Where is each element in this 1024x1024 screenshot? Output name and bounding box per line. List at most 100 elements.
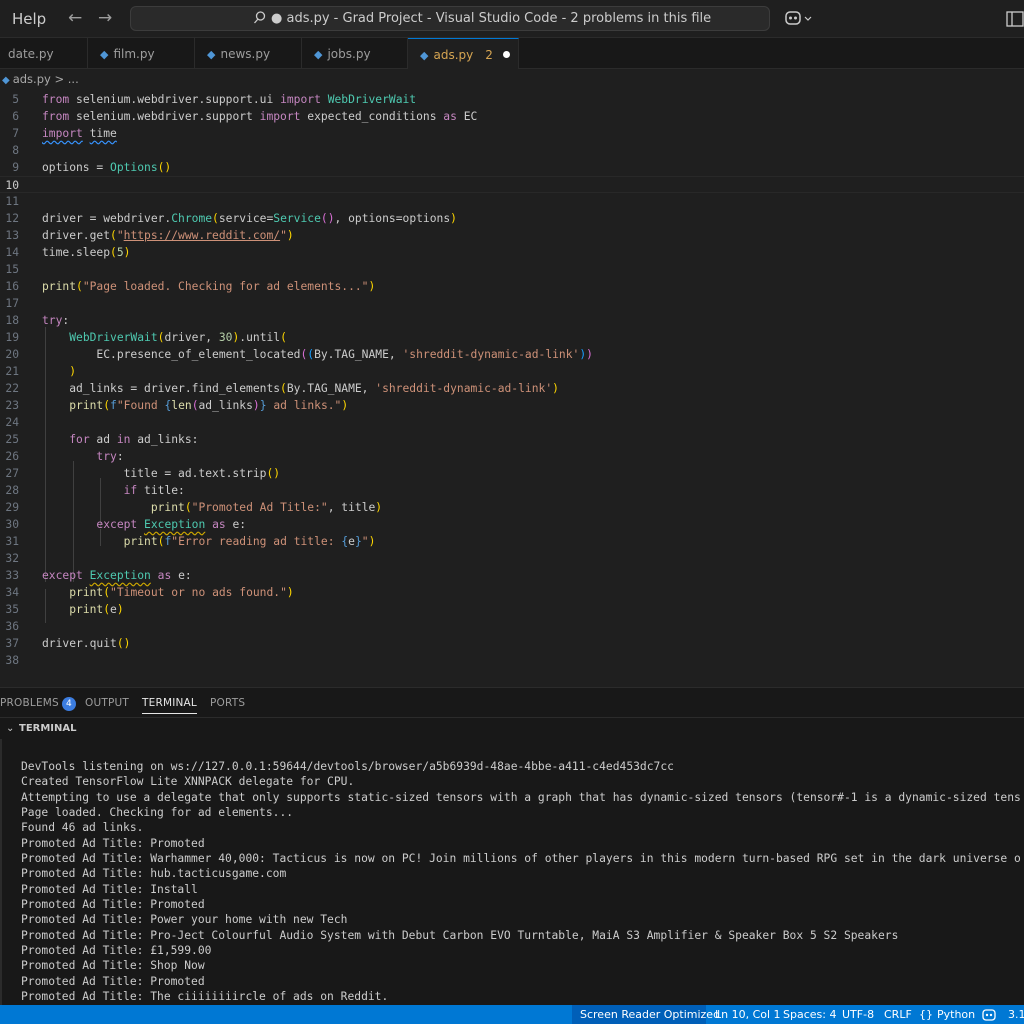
code-line: print("Page loaded. Checking for ad elem…	[42, 280, 376, 293]
chevron-down-icon[interactable]: ⌄	[6, 723, 14, 734]
title-bar: Help ← → ● ads.py - Grad Project - Visua…	[0, 0, 1024, 38]
line-number: 10	[5, 179, 19, 192]
line-number: 21	[5, 365, 19, 378]
copilot-icon[interactable]	[784, 9, 814, 29]
line-number: 11	[5, 195, 19, 208]
tab-date-py[interactable]: date.py	[0, 38, 88, 69]
layout-toggle-icon[interactable]	[1006, 11, 1024, 27]
line-number: 30	[5, 518, 19, 531]
encoding-status[interactable]: UTF-8	[842, 1008, 874, 1021]
eol-status[interactable]: CRLF	[884, 1008, 912, 1021]
code-line: options = Options()	[42, 161, 172, 174]
tab-news-py[interactable]: ◆ news.py	[195, 38, 302, 69]
unsaved-dot-icon[interactable]	[502, 51, 510, 58]
breadcrumb-file[interactable]: ads.py	[13, 72, 51, 86]
current-line: 10	[0, 176, 1024, 193]
line-number: 5	[12, 93, 19, 106]
terminal-line: Created TensorFlow Lite XNNPACK delegate…	[21, 775, 355, 788]
line-number: 23	[5, 399, 19, 412]
line-number: 25	[5, 433, 19, 446]
tab-output[interactable]: OUTPUT	[85, 697, 129, 709]
line-number: 17	[5, 297, 19, 310]
problems-count-badge: 4	[61, 697, 76, 711]
code-line: print(f"Error reading ad title: {e}")	[123, 535, 376, 548]
code-line: except Exception as e:	[42, 569, 192, 582]
code-line: print("Promoted Ad Title:", title)	[150, 501, 383, 514]
code-line: )	[69, 365, 77, 378]
back-arrow-icon[interactable]: ←	[68, 8, 82, 28]
line-number: 31	[5, 535, 19, 548]
tab-film-py[interactable]: ◆ film.py	[88, 38, 195, 69]
python-file-icon: ◆	[420, 49, 429, 62]
command-center-search[interactable]: ● ads.py - Grad Project - Visual Studio …	[130, 6, 770, 31]
search-icon	[254, 11, 266, 24]
tab-jobs-py[interactable]: ◆ jobs.py	[302, 38, 408, 69]
line-number: 18	[5, 314, 19, 327]
code-line: from selenium.webdriver.support import e…	[42, 110, 478, 123]
python-file-icon: ◆	[2, 75, 10, 86]
code-line: print(f"Found {len(ad_links)} ad links."…	[69, 399, 349, 412]
python-file-icon: ◆	[100, 48, 109, 61]
indentation-status[interactable]: Spaces: 4	[783, 1008, 836, 1021]
breadcrumb: ◆ ads.py > ...	[0, 69, 79, 89]
tab-ads-py[interactable]: ◆ ads.py 2	[408, 38, 519, 69]
tab-label: jobs.py	[327, 47, 371, 61]
tab-ports[interactable]: PORTS	[210, 697, 245, 709]
code-line: WebDriverWait(driver, 30).until(	[69, 331, 287, 344]
forward-arrow-icon[interactable]: →	[98, 8, 112, 28]
terminal-line: DevTools listening on ws://127.0.0.1:596…	[21, 760, 674, 773]
code-line: ad_links = driver.find_elements(By.TAG_N…	[42, 382, 559, 395]
tab-label: date.py	[8, 47, 54, 61]
line-number: 20	[5, 348, 19, 361]
line-number: 34	[5, 586, 19, 599]
copilot-status-icon[interactable]	[982, 1008, 996, 1021]
line-number: 33	[5, 569, 19, 582]
line-number: 13	[5, 229, 19, 242]
terminal-output[interactable]: DevTools listening on ws://127.0.0.1:596…	[0, 739, 1024, 1005]
tab-label: film.py	[113, 47, 155, 61]
tab-terminal[interactable]: TERMINAL	[142, 697, 197, 714]
code-line: try:	[96, 450, 124, 463]
cursor-position[interactable]: Ln 10, Col 1	[715, 1008, 781, 1021]
python-file-icon: ◆	[207, 48, 216, 61]
terminal-line: Promoted Ad Title: hub.tacticusgame.com	[21, 867, 287, 880]
editor-tabs: date.py ◆ film.py ◆ news.py ◆ jobs.py ◆ ads.…	[0, 38, 1024, 69]
python-version[interactable]: 3.1	[1008, 1008, 1024, 1021]
code-line: driver.get("https://www.reddit.com/")	[42, 229, 294, 242]
terminal-line: Promoted Ad Title: The ciiiiiiiircle of …	[21, 990, 389, 1003]
terminal-line: Promoted Ad Title: Shop Now	[21, 959, 205, 972]
code-line: except Exception as e:	[96, 518, 247, 531]
code-line: driver.quit()	[42, 637, 131, 650]
line-number: 38	[5, 654, 19, 667]
line-number: 28	[5, 484, 19, 497]
code-line: if title:	[123, 484, 185, 497]
terminal-line: Page loaded. Checking for ad elements...	[21, 806, 294, 819]
line-number: 6	[12, 110, 19, 123]
breadcrumb-separator[interactable]: > ...	[54, 72, 78, 86]
terminal-line: Attempting to use a delegate that only s…	[21, 791, 1021, 804]
menu-help[interactable]: Help	[12, 10, 46, 28]
terminal-line: Promoted Ad Title: £1,599.00	[21, 944, 212, 957]
python-file-icon: ◆	[314, 48, 323, 61]
line-number: 26	[5, 450, 19, 463]
terminal-section-header[interactable]: ⌄ TERMINAL	[0, 717, 1024, 739]
line-number: 12	[5, 212, 19, 225]
terminal-section-title: TERMINAL	[19, 723, 77, 734]
line-number: 7	[12, 127, 19, 140]
tab-problems[interactable]: PROBLEMS 4	[0, 697, 76, 711]
tab-label: ads.py	[433, 48, 474, 62]
code-line: driver = webdriver.Chrome(service=Servic…	[42, 212, 457, 225]
code-line: time.sleep(5)	[42, 246, 131, 259]
language-mode[interactable]: Python	[937, 1008, 975, 1021]
code-line: title = ad.text.strip()	[42, 467, 281, 480]
tab-label: PROBLEMS	[0, 697, 59, 709]
code-line: print("Timeout or no ads found.")	[69, 586, 294, 599]
screen-reader-status[interactable]: Screen Reader Optimized	[580, 1008, 720, 1021]
code-editor[interactable]: 5 from selenium.webdriver.support.ui impo…	[0, 89, 1024, 687]
line-number: 22	[5, 382, 19, 395]
terminal-line: Found 46 ad links.	[21, 821, 144, 834]
tab-label: news.py	[220, 47, 271, 61]
terminal-line: Promoted Ad Title: Power your home with …	[21, 913, 348, 926]
terminal-line: Promoted Ad Title: Promoted	[21, 898, 205, 911]
code-line: try:	[42, 314, 70, 327]
